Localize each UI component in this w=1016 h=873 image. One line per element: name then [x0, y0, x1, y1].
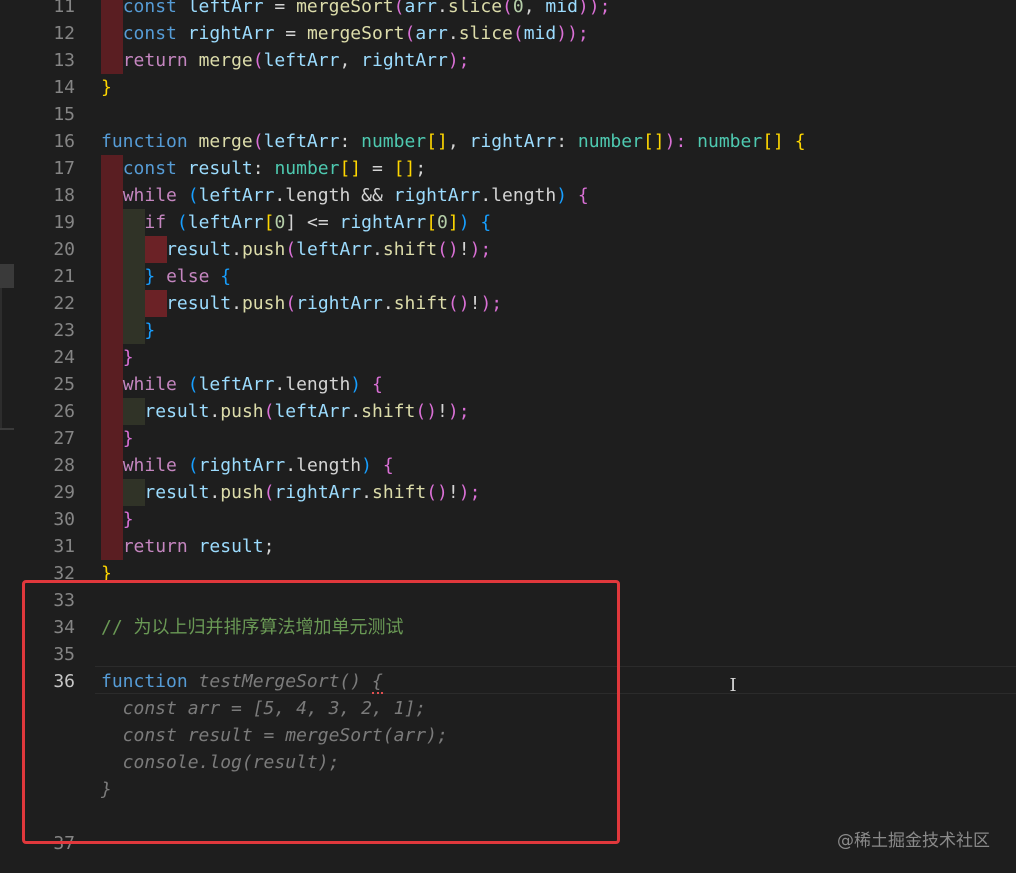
code-text: result.push(leftArr.shift()!); [166, 239, 492, 260]
indent-guide [101, 344, 123, 371]
line-number: 30 [53, 509, 75, 530]
code-line[interactable]: 14} [0, 74, 1016, 101]
code-text: result.push(rightArr.shift()!); [166, 293, 503, 314]
indent-guide [101, 290, 123, 317]
indent-guide [101, 452, 123, 479]
text-cursor-icon: I [729, 675, 737, 696]
code-line[interactable]: 16 function merge(leftArr: number[], righ… [0, 128, 1016, 155]
code-text: while (leftArr.length && rightArr.length… [122, 185, 589, 206]
code-text: result.push(leftArr.shift()!); [144, 401, 470, 422]
code-text: return merge(leftArr, rightArr); [122, 50, 470, 71]
code-text: const result: number[] = []; [122, 158, 427, 179]
code-text: if (leftArr[0] <= rightArr[0]) { [144, 212, 492, 233]
code-line[interactable]: 31 return result; [0, 533, 1016, 560]
line-number: 31 [53, 536, 75, 557]
line-number: 24 [53, 347, 75, 368]
indent-guide [123, 263, 145, 290]
code-text: } [144, 320, 156, 341]
annotation-highlight-box [22, 580, 620, 844]
code-text: } [101, 77, 112, 98]
indent-guide [101, 236, 123, 263]
code-line[interactable]: 30} [0, 506, 1016, 533]
code-text: result.push(rightArr.shift()!); [144, 482, 481, 503]
indent-guide [123, 398, 145, 425]
indent-guide [101, 371, 123, 398]
code-text: while (rightArr.length) { [122, 455, 394, 476]
indent-guide [101, 263, 123, 290]
code-line[interactable]: 11 const leftArr = mergeSort(arr.slice(0,… [0, 0, 1016, 20]
code-text: } [122, 509, 134, 530]
line-number: 13 [53, 50, 75, 71]
code-line[interactable]: 15 [0, 101, 1016, 128]
code-line[interactable]: 27} [0, 425, 1016, 452]
indent-guide [101, 317, 123, 344]
code-text: return result; [122, 536, 275, 557]
code-line[interactable]: 29 result.push(rightArr.shift()!); [0, 479, 1016, 506]
indent-guide [101, 155, 123, 182]
indent-guide [123, 209, 145, 236]
indent-guide [123, 479, 145, 506]
code-text: } else { [144, 266, 232, 287]
indent-guide [101, 47, 123, 74]
indent-guide [101, 479, 123, 506]
line-number: 12 [53, 23, 75, 44]
line-number: 28 [53, 455, 75, 476]
line-number: 19 [53, 212, 75, 233]
indent-guide [123, 236, 145, 263]
line-number: 18 [53, 185, 75, 206]
code-line[interactable]: 18 while (leftArr.length && rightArr.leng… [0, 182, 1016, 209]
code-editor[interactable]: 11 const leftArr = mergeSort(arr.slice(0,… [0, 0, 1016, 873]
code-line[interactable]: 28 while (rightArr.length) { [0, 452, 1016, 479]
line-number: 11 [53, 0, 75, 17]
line-number: 27 [53, 428, 75, 449]
line-number: 25 [53, 374, 75, 395]
code-line[interactable]: 23} [0, 317, 1016, 344]
code-line[interactable]: 17 const result: number[] = []; [0, 155, 1016, 182]
code-line[interactable]: 21 } else { [0, 263, 1016, 290]
line-number: 15 [53, 104, 75, 125]
line-number: 26 [53, 401, 75, 422]
line-number: 20 [53, 239, 75, 260]
indent-guide [101, 209, 123, 236]
indent-guide [101, 20, 123, 47]
indent-guide [101, 533, 123, 560]
code-text: while (leftArr.length) { [122, 374, 383, 395]
line-number: 22 [53, 293, 75, 314]
code-text: function merge(leftArr: number[], rightA… [101, 131, 806, 152]
line-number: 29 [53, 482, 75, 503]
line-number: 17 [53, 158, 75, 179]
indent-guide [101, 0, 123, 20]
code-line[interactable]: 20 result.push(leftArr.shift()!); [0, 236, 1016, 263]
code-line[interactable]: 19 if (leftArr[0] <= rightArr[0]) { [0, 209, 1016, 236]
code-line[interactable]: 12 const rightArr = mergeSort(arr.slice(m… [0, 20, 1016, 47]
line-number: 21 [53, 266, 75, 287]
code-text: } [122, 347, 134, 368]
code-text: const rightArr = mergeSort(arr.slice(mid… [122, 23, 589, 44]
indent-guide [101, 182, 123, 209]
code-line[interactable]: 22 result.push(rightArr.shift()!); [0, 290, 1016, 317]
code-line[interactable]: 25 while (leftArr.length) { [0, 371, 1016, 398]
indent-guide [101, 425, 123, 452]
indent-guide [123, 290, 145, 317]
indent-guide [101, 506, 123, 533]
line-number: 14 [53, 77, 75, 98]
code-text: } [122, 428, 134, 449]
indent-guide [145, 290, 167, 317]
code-line[interactable]: 24} [0, 344, 1016, 371]
code-line[interactable]: 13 return merge(leftArr, rightArr); [0, 47, 1016, 74]
watermark: @稀土掘金技术社区 [837, 831, 990, 851]
indent-guide [101, 398, 123, 425]
line-number: 16 [53, 131, 75, 152]
code-text: const leftArr = mergeSort(arr.slice(0, m… [122, 0, 611, 17]
code-line[interactable]: 26 result.push(leftArr.shift()!); [0, 398, 1016, 425]
line-number: 23 [53, 320, 75, 341]
indent-guide [123, 317, 145, 344]
indent-guide [145, 236, 167, 263]
